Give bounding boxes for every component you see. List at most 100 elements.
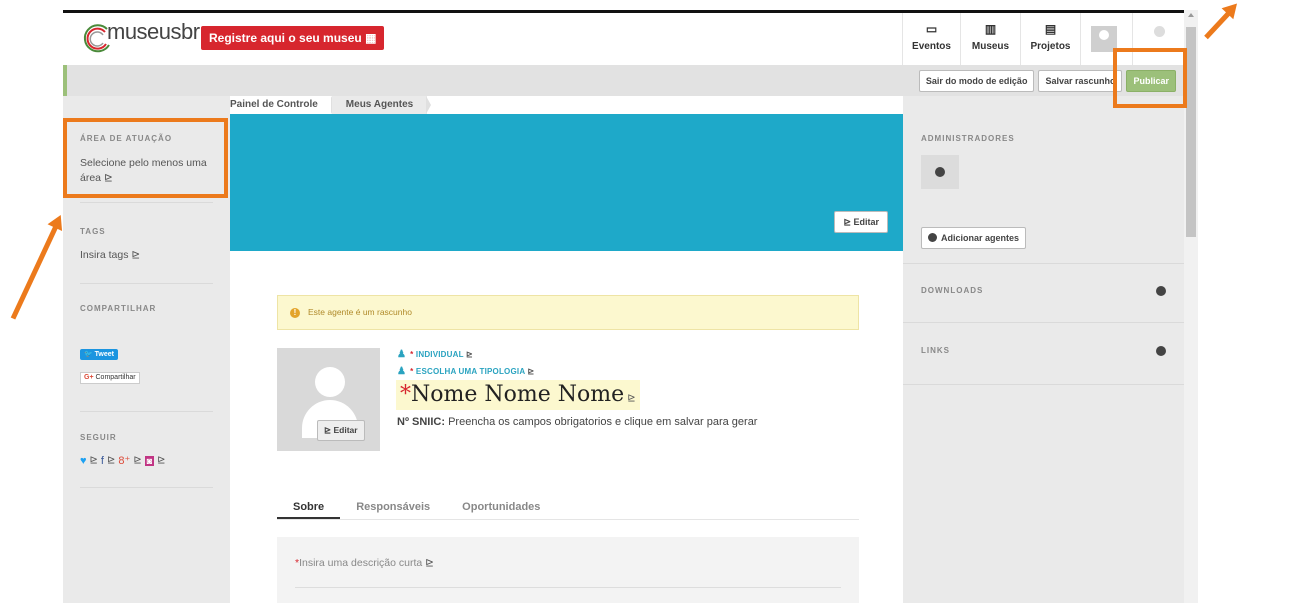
edit-mode-bar: Sair do modo de edição Salvar rascunho P… (63, 65, 1184, 96)
divider (80, 202, 213, 203)
type-label: INDIVIDUAL (415, 350, 464, 359)
site-header: museusbr Registre aqui o seu museu ▦ ▭ E… (63, 13, 1184, 65)
banner-edit-label: Editar (853, 217, 879, 227)
scroll-thumb[interactable] (1186, 27, 1196, 237)
publish-highlight (1113, 48, 1187, 108)
sniic-info: Nº SNIIC: Preencha os campos obrigatorio… (397, 416, 757, 428)
description-placeholder: Insira uma descrição curta (299, 557, 423, 569)
tweet-button[interactable]: 🐦 Tweet (80, 349, 118, 360)
remove-icon[interactable] (935, 167, 945, 177)
nav-item-museus[interactable]: ▥ Museus (960, 13, 1020, 65)
breadcrumb: Painel de Controle Meus Agentes (230, 96, 432, 114)
required-mark: * (400, 382, 411, 407)
type-field[interactable]: ♟ * INDIVIDUAL ⊵ (397, 349, 473, 360)
admin-slot[interactable] (921, 155, 959, 189)
area-highlight (63, 118, 228, 198)
tags-text: Insira tags (80, 249, 129, 261)
edit-icon[interactable]: ⊵ (107, 455, 115, 466)
edit-icon[interactable]: ⊵ (90, 455, 98, 466)
nav-item-eventos[interactable]: ▭ Eventos (902, 13, 960, 65)
tab-sobre[interactable]: Sobre (277, 497, 341, 519)
right-sidebar: ADMINISTRADORES Adicionar agentes DOWNLO… (903, 96, 1184, 603)
downloads-title: DOWNLOADS (921, 286, 984, 295)
links-title: LINKS (921, 346, 950, 355)
sniic-text: Preencha os campos obrigatorios e clique… (448, 416, 758, 428)
save-draft-button[interactable]: Salvar rascunho (1038, 70, 1123, 92)
header-banner: ⊵ Editar (230, 114, 903, 251)
register-label: Registre aqui o seu museu (209, 31, 362, 45)
follow-links: ♥ ⊵ f ⊵ 8⁺ ⊵ ◙ ⊵ (80, 454, 166, 468)
edit-icon: ⊵ (131, 249, 141, 261)
museusbr-logo[interactable]: museusbr (81, 19, 200, 55)
divider (903, 384, 1184, 385)
gplus-share-button[interactable]: G+ Compartilhar (80, 372, 140, 384)
gplus-icon[interactable]: 8⁺ (118, 454, 130, 467)
tab-oportunidades[interactable]: Oportunidades (446, 497, 556, 519)
breadcrumb-item[interactable]: Meus Agentes (331, 96, 432, 114)
description-field[interactable]: *Insira uma descrição curta ⊵ (295, 557, 434, 569)
arrow-to-publish (1204, 6, 1236, 40)
nav-item-projetos[interactable]: ▤ Projetos (1020, 13, 1080, 65)
gplus-label: Compartilhar (95, 374, 136, 381)
typology-field[interactable]: ♟ * ESCOLHA UMA TIPOLOGIA ⊵ (397, 366, 534, 377)
gplus-icon: G+ (84, 374, 94, 381)
instagram-icon[interactable]: ◙ (144, 455, 155, 466)
register-museum-button[interactable]: Registre aqui o seu museu ▦ (201, 26, 385, 50)
content-tabs: Sobre Responsáveis Oportunidades (277, 497, 859, 520)
divider (295, 587, 841, 588)
building-icon: ▥ (984, 22, 997, 36)
twitter-icon[interactable]: ♥ (80, 455, 87, 467)
divider (903, 263, 1184, 264)
tags-field[interactable]: Insira tags ⊵ (80, 248, 140, 263)
avatar-head (315, 367, 345, 397)
typology-label: ESCOLHA UMA TIPOLOGIA (415, 367, 526, 376)
agent-name-field[interactable]: *Nome Nome Nome ⊵ (396, 380, 640, 410)
nav-label: Eventos (912, 41, 951, 52)
nav-label: Projetos (1030, 41, 1071, 52)
warning-icon: ! (290, 308, 300, 318)
notification-icon[interactable] (1154, 26, 1165, 37)
share-title: COMPARTILHAR (80, 304, 157, 313)
divider (903, 322, 1184, 323)
add-agents-label: Adicionar agentes (941, 233, 1020, 243)
clipboard-icon: ▤ (1044, 22, 1057, 36)
photo-edit-button[interactable]: ⊵ Editar (317, 420, 365, 441)
profile-photo: ⊵ Editar (277, 348, 380, 451)
logo-text: museusbr (107, 19, 200, 44)
add-agents-button[interactable]: Adicionar agentes (921, 227, 1027, 249)
alert-text: Este agente é um rascunho (308, 307, 412, 317)
links-toggle-icon[interactable] (1156, 346, 1166, 356)
downloads-toggle-icon[interactable] (1156, 286, 1166, 296)
facebook-icon[interactable]: f (101, 455, 104, 467)
follow-title: SEGUIR (80, 433, 117, 442)
exit-edit-mode-button[interactable]: Sair do modo de edição (918, 70, 1035, 92)
edit-icon: ⊵ (624, 393, 636, 404)
edit-icon: ⊵ (466, 350, 473, 359)
arrow-to-area (10, 219, 61, 320)
tab-responsaveis[interactable]: Responsáveis (340, 497, 446, 519)
divider (80, 283, 213, 284)
banner-edit-button[interactable]: ⊵ Editar (834, 211, 888, 233)
person-icon: ♟ (397, 349, 407, 360)
edit-icon: ⊵ (527, 367, 535, 376)
divider (80, 411, 213, 412)
nav-label: Museus (971, 41, 1010, 52)
agent-name: Nome Nome Nome (411, 382, 625, 407)
plus-icon (928, 233, 937, 242)
twitter-icon: 🐦 (84, 351, 93, 358)
building-icon: ▦ (365, 31, 377, 45)
edit-icon: ⊵ (843, 217, 854, 227)
edit-icon[interactable]: ⊵ (133, 455, 141, 466)
description-box: *Insira uma descrição curta ⊵ (277, 537, 859, 603)
admins-title: ADMINISTRADORES (921, 134, 1015, 143)
photo-edit-label: Editar (333, 425, 358, 435)
sniic-label: Nº SNIIC: (397, 416, 446, 428)
edit-icon[interactable]: ⊵ (157, 455, 165, 466)
tweet-label: Tweet (94, 351, 114, 358)
draft-alert: ! Este agente é um rascunho (277, 295, 859, 330)
edit-icon: ⊵ (422, 557, 434, 569)
breadcrumb-item[interactable]: Painel de Controle (230, 96, 336, 114)
scroll-up-icon[interactable] (1188, 13, 1194, 17)
person-icon: ♟ (397, 366, 407, 377)
divider (80, 487, 213, 488)
